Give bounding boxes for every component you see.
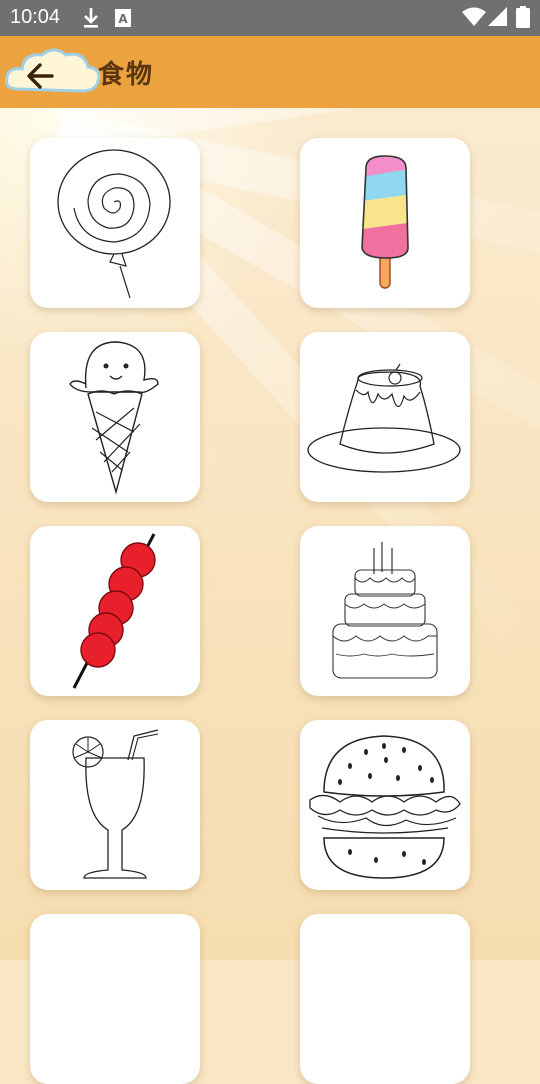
birthday-cake-icon	[332, 542, 438, 679]
back-button[interactable]	[22, 58, 62, 94]
pudding-icon	[307, 363, 461, 473]
status-time: 10:04	[10, 6, 61, 28]
popsicle-icon	[361, 155, 409, 289]
page-title: 食物	[98, 60, 155, 90]
svg-text:A: A	[118, 12, 128, 26]
wifi-icon	[462, 7, 486, 26]
tanghulu-icon	[72, 533, 156, 689]
hamburger-icon	[309, 735, 461, 879]
item-card-cocktail-drink[interactable]	[30, 720, 200, 890]
signal-icon	[488, 7, 507, 26]
battery-icon	[516, 6, 530, 28]
cocktail-drink-icon	[72, 729, 159, 879]
item-card-lollipop[interactable]	[30, 138, 200, 308]
status-bar: 10:04 A	[0, 0, 540, 36]
item-card-popsicle[interactable]	[300, 138, 470, 308]
item-card-9[interactable]	[30, 914, 200, 1084]
ice-cream-cone-icon	[69, 341, 159, 495]
item-card-pudding[interactable]	[300, 332, 470, 502]
lollipop-icon	[57, 149, 171, 299]
item-card-hamburger[interactable]	[300, 720, 470, 890]
back-arrow-icon	[27, 63, 54, 89]
item-card-10[interactable]	[300, 914, 470, 1084]
item-card-birthday-cake[interactable]	[300, 526, 470, 696]
item-card-tanghulu[interactable]	[30, 526, 200, 696]
a-badge-icon: A	[115, 9, 131, 27]
download-icon	[84, 8, 98, 28]
item-card-ice-cream-cone[interactable]	[30, 332, 200, 502]
